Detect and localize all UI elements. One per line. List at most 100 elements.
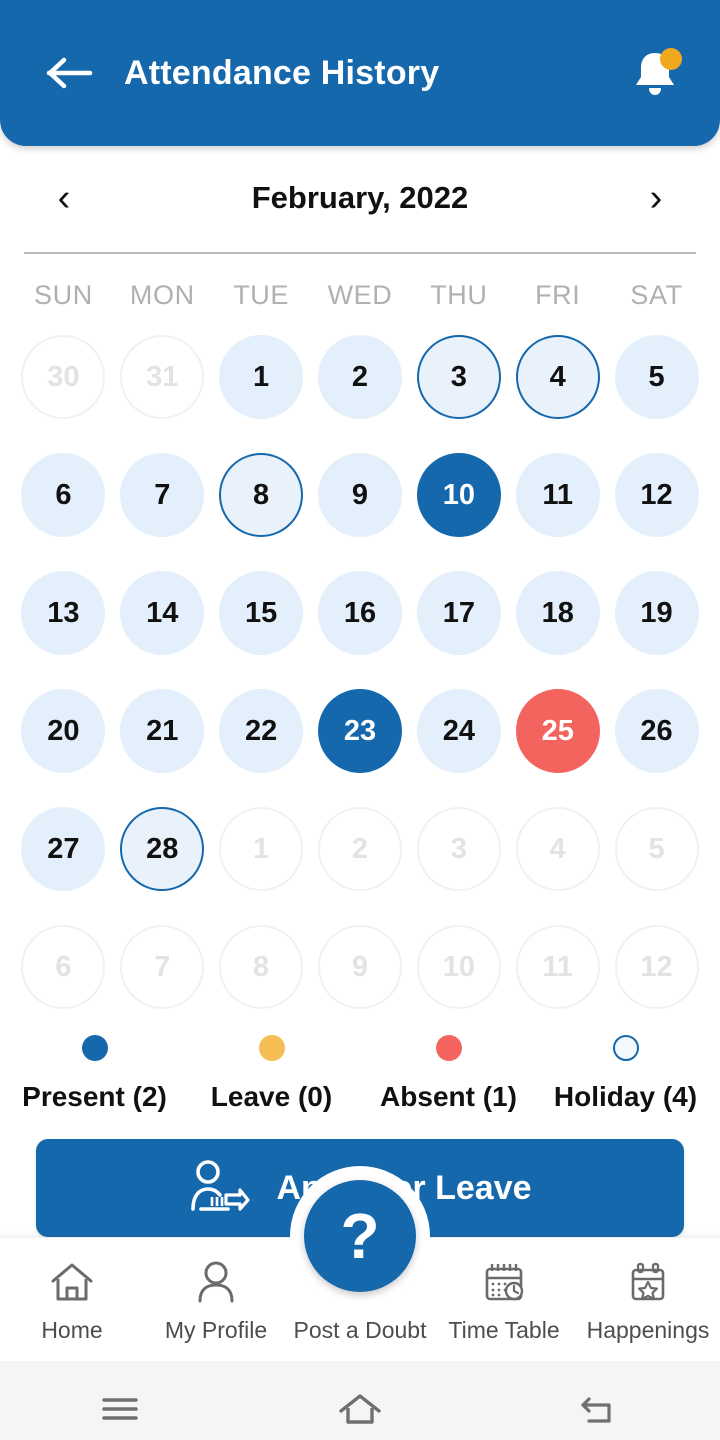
calendar-day-normal[interactable]: 5 (614, 335, 699, 419)
legend-item: Holiday (4) (537, 1035, 714, 1113)
calendar-cell: 1 (212, 325, 311, 429)
nav-label-home: Home (41, 1317, 103, 1343)
calendar-cell: 10 (409, 915, 508, 1019)
calendar-week-row: 13 14 15 16 17 18 19 (14, 561, 706, 665)
legend-item: Absent (1) (360, 1035, 537, 1113)
legend-label: Present (2) (22, 1081, 167, 1112)
calendar-week-row: 30 31 1 2 3 4 5 (14, 325, 706, 429)
calendar-day-normal[interactable]: 19 (614, 571, 699, 655)
nav-item-happenings[interactable]: Happenings (576, 1238, 720, 1361)
calendar-cell: 24 (409, 679, 508, 783)
legend-dot-icon (435, 1035, 462, 1061)
calendar-cell: 17 (409, 561, 508, 665)
calendar-day-normal[interactable]: 13 (21, 571, 106, 655)
attendance-legend: Present (2) Leave (0) Absent (1) Holiday (4… (0, 1035, 720, 1113)
calendar-day-holiday[interactable]: 8 (219, 453, 304, 537)
calendar-cell: 8 (212, 443, 311, 547)
calendar-day-normal[interactable]: 6 (21, 453, 106, 537)
calendar-cell: 1 (212, 797, 311, 901)
nav-item-time-table[interactable]: Time Table (432, 1238, 576, 1361)
calendar-cell: 21 (113, 679, 212, 783)
calendar-cell: 6 (14, 443, 113, 547)
calendar-cell: 2 (311, 797, 410, 901)
calendar-cell: 26 (607, 679, 706, 783)
weekday-header: THU (430, 280, 488, 310)
calendar-day-normal[interactable]: 18 (515, 571, 600, 655)
prev-month-button[interactable]: ‹ (44, 179, 84, 217)
month-navigation: ‹ February, 2022 › (0, 162, 720, 234)
system-back-button[interactable] (480, 1389, 720, 1429)
calendar-cell: 7 (113, 443, 212, 547)
next-month-button[interactable]: › (636, 179, 676, 217)
calendar-day-normal[interactable]: 14 (120, 571, 205, 655)
system-home-button[interactable] (240, 1389, 480, 1429)
home-outline-icon (339, 1394, 381, 1424)
calendar-day-muted: 7 (120, 925, 205, 1009)
calendar-day-normal[interactable]: 2 (317, 335, 402, 419)
weekday-header: TUE (233, 280, 290, 310)
legend-dot-icon (258, 1035, 285, 1061)
calendar-day-muted: 10 (416, 925, 501, 1009)
calendar-day-normal[interactable]: 21 (120, 689, 205, 773)
legend-label: Holiday (4) (553, 1081, 698, 1112)
page-title: Attendance History (124, 53, 440, 92)
person-icon (194, 1255, 238, 1305)
calendar-cell: 6 (14, 915, 113, 1019)
calendar-week-row: 20 21 22 23 24 25 26 (14, 679, 706, 783)
calendar-day-normal[interactable]: 11 (515, 453, 600, 537)
calendar-cell: 8 (212, 915, 311, 1019)
calendar-day-normal[interactable]: 27 (21, 807, 106, 891)
notifications-button[interactable] (624, 42, 686, 104)
calendar-cell: 12 (607, 915, 706, 1019)
calendar-day-muted: 2 (317, 807, 402, 891)
calendar-week-row: 6 7 8 9 10 11 12 (14, 915, 706, 1019)
calendar-cell: 22 (212, 679, 311, 783)
calendar-clock-icon (481, 1255, 527, 1305)
nav-item-my-profile[interactable]: My Profile (144, 1238, 288, 1361)
attendance-history-screen: Attendance History ‹ February, 2022 › SU… (0, 0, 720, 1440)
calendar-cell: 9 (311, 915, 410, 1019)
calendar-week-row: 27 28 1 2 3 4 5 (14, 797, 706, 901)
calendar-day-muted: 30 (21, 335, 106, 419)
calendar-day-holiday[interactable]: 28 (120, 807, 205, 891)
back-button[interactable] (40, 44, 98, 102)
calendar-cell: 2 (311, 325, 410, 429)
system-navigation-bar (0, 1361, 720, 1440)
calendar-day-normal[interactable]: 1 (219, 335, 304, 419)
calendar-day-holiday[interactable]: 4 (515, 335, 600, 419)
calendar-day-normal[interactable]: 20 (21, 689, 106, 773)
legend-label: Leave (0) (210, 1081, 333, 1112)
calendar-day-normal[interactable]: 15 (219, 571, 304, 655)
calendar-day-normal[interactable]: 22 (219, 689, 304, 773)
legend-dot-icon (81, 1035, 108, 1061)
recents-menu-icon (102, 1398, 138, 1420)
nav-item-home[interactable]: Home (0, 1238, 144, 1361)
post-a-doubt-fab[interactable]: ? (304, 1180, 416, 1292)
calendar-day-normal[interactable]: 9 (317, 453, 402, 537)
calendar-day-muted: 5 (614, 807, 699, 891)
calendar-day-muted: 4 (515, 807, 600, 891)
calendar-day-normal[interactable]: 26 (614, 689, 699, 773)
calendar-day-absent[interactable]: 25 (515, 689, 600, 773)
calendar-day-normal[interactable]: 17 (416, 571, 501, 655)
calendar-day-normal[interactable]: 12 (614, 453, 699, 537)
calendar-day-present[interactable]: 23 (317, 689, 402, 773)
calendar-day-normal[interactable]: 16 (317, 571, 402, 655)
calendar-day-normal[interactable]: 24 (416, 689, 501, 773)
calendar-cell: 5 (607, 325, 706, 429)
calendar-day-holiday[interactable]: 3 (416, 335, 501, 419)
legend-item: Leave (0) (183, 1035, 360, 1113)
calendar-day-normal[interactable]: 7 (120, 453, 205, 537)
calendar-day-muted: 1 (219, 807, 304, 891)
calendar-day-muted: 31 (120, 335, 205, 419)
calendar-star-icon (625, 1255, 671, 1305)
calendar-day-muted: 12 (614, 925, 699, 1009)
calendar-cell: 14 (113, 561, 212, 665)
system-recents-button[interactable] (0, 1392, 240, 1426)
calendar-day-present[interactable]: 10 (416, 453, 501, 537)
weekday-header-row: SUN MON TUE WED THU FRI SAT (14, 280, 706, 311)
calendar-cell: 12 (607, 443, 706, 547)
weekday-header: WED (327, 280, 393, 310)
weekday-header: SUN (34, 280, 93, 310)
calendar-cell: 3 (409, 797, 508, 901)
